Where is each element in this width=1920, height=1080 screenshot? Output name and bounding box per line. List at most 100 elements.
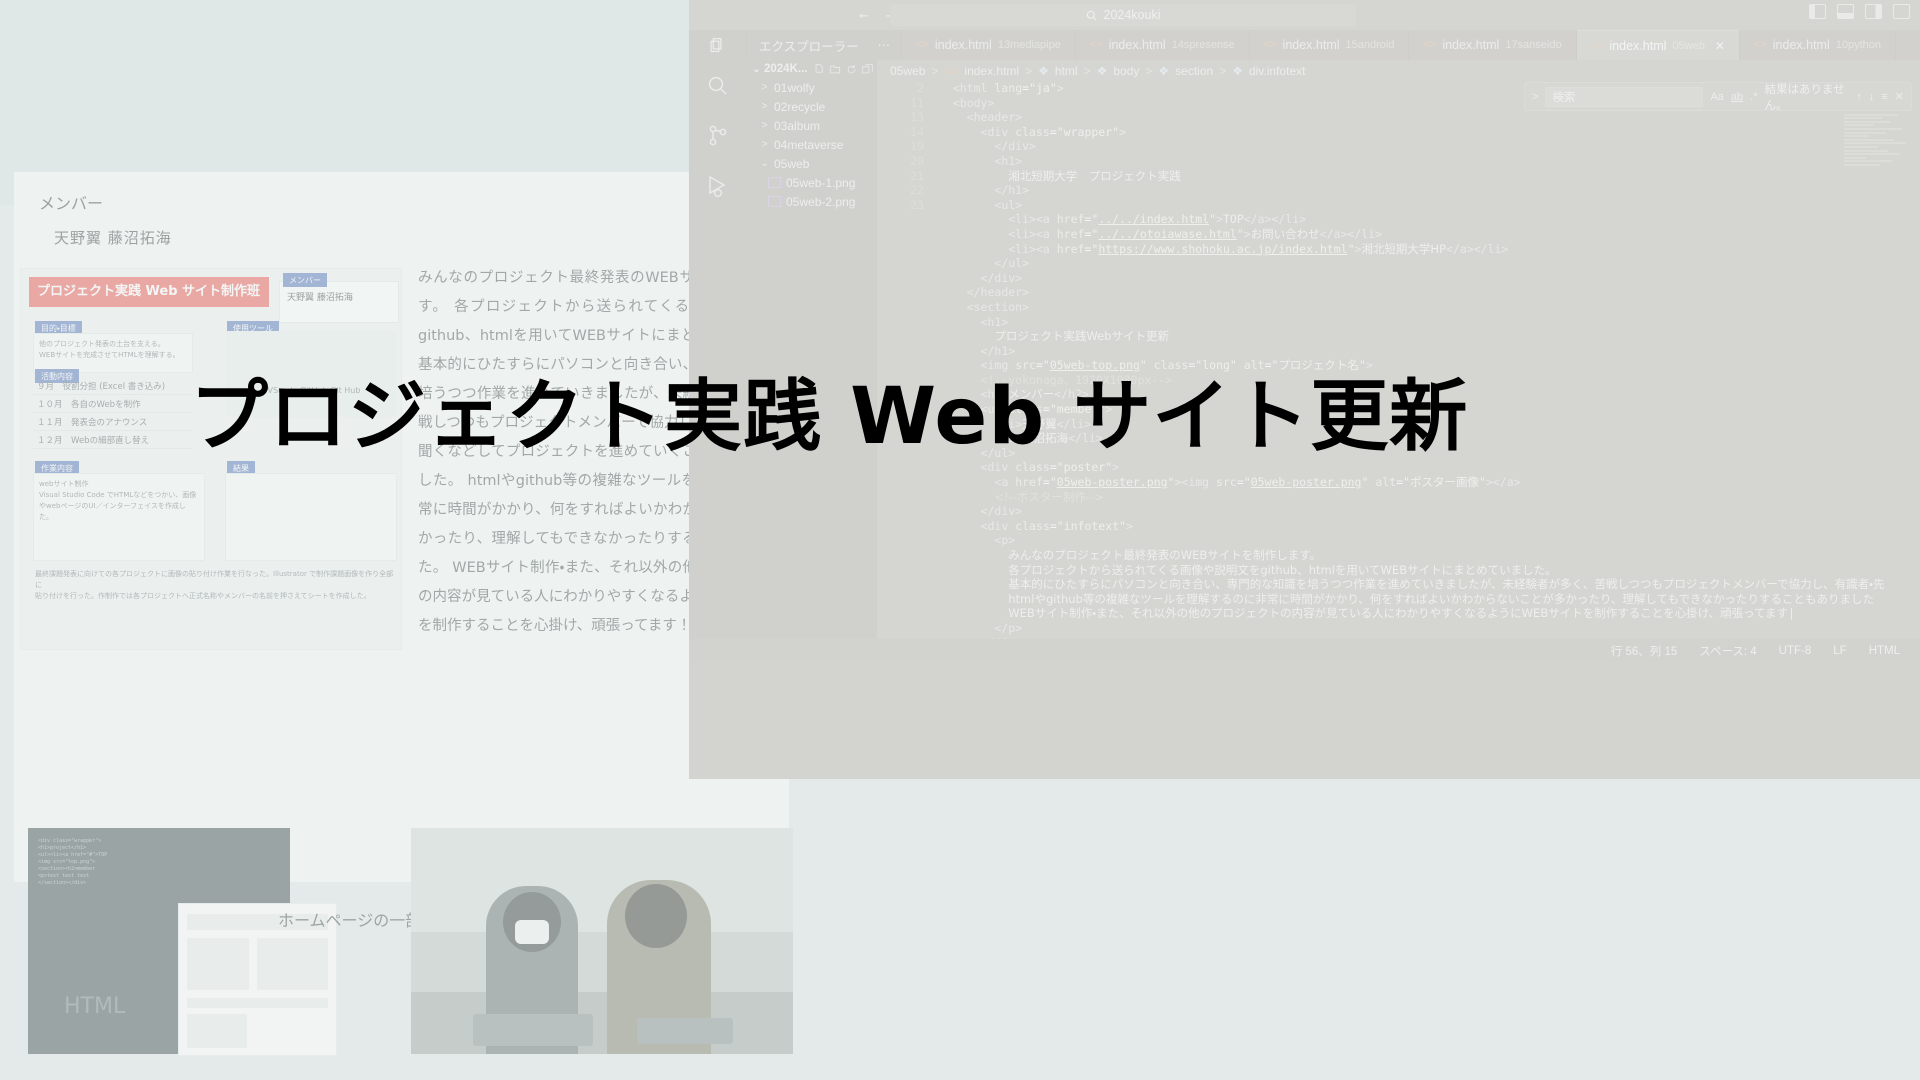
code-line[interactable]: 各プロジェクトから送られてくる画像や説明文をgithub、htmlを用いてWEB… [877,563,1920,578]
code-line[interactable]: <!--ポスター制作--> [877,490,1920,505]
tab-index-10python[interactable]: <> index.html 10python [1739,30,1897,60]
code-line[interactable]: プロジェクト実践Webサイト更新 [877,329,1920,344]
tab-index-05web[interactable]: <> index.html 05web ✕ [1576,30,1740,60]
run-and-debug-icon[interactable] [706,174,730,198]
explorer-more-button[interactable]: ··· [878,38,891,52]
explorer-item-04metaverse[interactable]: > 04metaverse [746,135,877,154]
source-control-icon[interactable] [706,124,730,148]
breadcrumb-item-folder[interactable]: 05web [890,64,925,78]
customize-layout-icon[interactable] [1893,4,1910,19]
code-line[interactable]: 基本的にひたすらにパソコンと向き合い、専門的な知識を培うつつ作業を進めていきまし… [877,577,1920,592]
breadcrumb-item-div[interactable]: div.infotext [1249,64,1305,78]
toggle-replace-icon[interactable]: > [1532,91,1538,103]
code-line[interactable]: 14 <div class="wrapper"> [877,125,1920,140]
explorer-files-icon[interactable] [709,37,726,54]
explorer-root-row[interactable]: ⌄ 2024K... [746,60,877,78]
tab-index-17sanseido[interactable]: <> index.html 17sanseido [1409,30,1577,60]
command-search-bar[interactable]: 2024kouki [890,4,1356,26]
new-file-icon[interactable] [814,63,825,75]
code-line[interactable]: <a href="05web-poster.png"><img src="05w… [877,475,1920,490]
code-line[interactable]: 22 </h1> [877,183,1920,198]
code-line[interactable]: WEBサイト制作・また、それ以外の他のプロジェクトの内容が見ている人にわかりやす… [877,606,1920,621]
code-editor[interactable]: 05web > <> index.html > ❖ html > ❖ body … [877,60,1920,639]
code-line[interactable]: 19 </div> [877,139,1920,154]
refresh-icon[interactable] [846,64,857,75]
use-regex-icon[interactable]: .* [1750,91,1757,103]
line-content: みんなのプロジェクト最終発表のWEBサイトを制作します。 [1008,548,1322,562]
code-line[interactable]: </header> [877,285,1920,300]
line-content: <body> [952,95,995,110]
tab-index-13mediapipe[interactable]: <> index.html 13mediapipe [902,30,1076,60]
code-line[interactable]: <h1> [877,315,1920,330]
code-line[interactable]: <li><a href="../../otoiawase.html">お問い合わ… [877,227,1920,242]
chevron-right-icon: > [761,139,768,150]
code-line[interactable]: <section> [877,300,1920,315]
status-eol[interactable]: LF [1833,645,1846,657]
status-cursor-position[interactable]: 行 56、列 15 [1611,643,1677,659]
status-language-mode[interactable]: HTML [1869,645,1900,657]
code-line[interactable]: htmlやgithub等の複雑なツールを理解するのに非常に時間がかかり、何をすれ… [877,592,1920,607]
explorer-item-05web-2-png[interactable]: 05web-2.png [746,192,877,211]
close-find-icon[interactable]: ✕ [1895,90,1904,103]
code-line[interactable]: </div> [877,271,1920,286]
code-line[interactable]: <p> [877,533,1920,548]
code-line[interactable]: 20 <h1> [877,154,1920,169]
line-content: </div> [939,636,1023,639]
breadcrumb-item-file[interactable]: index.html [964,64,1019,78]
code-line[interactable]: </h1> [877,344,1920,359]
line-content: <a href="05web-poster.png"><img src="05w… [994,475,1521,490]
breadcrumb-separator: > [1145,63,1153,78]
collapse-all-icon[interactable] [862,63,873,75]
status-indentation[interactable]: スペース: 4 [1699,643,1756,659]
whole-word-icon[interactable]: ab [1731,91,1743,103]
code-line[interactable]: <li><a href="../../index.html">TOP</a></… [877,212,1920,227]
explorer-item-05web-1-png[interactable]: 05web-1.png [746,173,877,192]
explorer-item-05web[interactable]: ⌄ 05web [746,154,877,173]
tab-close-icon[interactable]: ✕ [1715,39,1725,53]
new-folder-icon[interactable] [830,64,841,75]
toggle-secondary-sidebar-icon[interactable] [1865,4,1882,19]
code-line[interactable]: <img src="05web-top.png" class="long" al… [877,358,1920,373]
back-arrow-icon[interactable]: ← [859,6,868,24]
line-content: <img src="05web-top.png" class="long" al… [980,358,1373,373]
previous-match-icon[interactable]: ↑ [1856,91,1862,103]
photo-code-lines: <div class="wrapper"> <h1>project</h1> <ul… [38,838,108,886]
search-icon[interactable] [706,74,730,98]
code-line[interactable]: <div class="infotext"> [877,519,1920,534]
explorer-item-01wolfy[interactable]: > 01wolfy [746,78,877,97]
explorer-item-03album[interactable]: > 03album [746,116,877,135]
find-widget[interactable]: > 検索 Aa ab .* 結果はありません。 ↑ ↓ ≡ ✕ [1524,82,1912,112]
match-case-icon[interactable]: Aa [1710,91,1723,103]
code-line[interactable]: <div class="poster"> [877,460,1920,475]
toggle-panel-icon[interactable] [1837,4,1854,19]
code-line[interactable]: </ul> [877,256,1920,271]
line-content: WEBサイト制作・また、それ以外の他のプロジェクトの内容が見ている人にわかりやす… [1008,606,1795,621]
poster-slide: メンバー 天野翼 藤沼拓海 プロジェクト実践 Web サイト制作班 メンバー 天… [14,172,800,1056]
explorer-item-02recycle[interactable]: > 02recycle [746,97,877,116]
tab-index-15android[interactable]: <> index.html 15android [1249,30,1410,60]
breadcrumb-item-section[interactable]: section [1175,64,1213,78]
tab-index-14spresense[interactable]: <> index.html 14spresense [1075,30,1250,60]
code-line[interactable]: </p> [877,621,1920,636]
code-line[interactable]: <li><a href="https://www.shohoku.ac.jp/i… [877,242,1920,257]
code-line[interactable]: </div> [877,636,1920,639]
code-line[interactable]: 23 <ul> [877,198,1920,213]
chevron-right-icon: > [761,120,768,131]
find-in-selection-icon[interactable]: ≡ [1881,91,1887,103]
toggle-primary-sidebar-icon[interactable] [1809,4,1826,19]
code-line[interactable]: みんなのプロジェクト最終発表のWEBサイトを制作します。 [877,548,1920,563]
code-line[interactable]: </div> [877,504,1920,519]
code-lines[interactable]: 2 <html lang="ja"> 11 <body> 13 <header> 14… [877,81,1920,639]
chevron-down-icon[interactable]: ⌄ [752,64,761,75]
line-content: <li><a href="../../index.html">TOP</a></… [1008,212,1307,227]
code-line[interactable]: 21 湘北短期大学 プロジェクト実践 [877,169,1920,184]
status-encoding[interactable]: UTF-8 [1779,645,1812,657]
breadcrumb-item-html[interactable]: html [1055,64,1078,78]
find-input[interactable]: 検索 [1545,86,1704,107]
breadcrumb-item-body[interactable]: body [1113,64,1139,78]
line-number [877,242,939,257]
minimap[interactable] [1838,112,1920,592]
line-content: </div> [994,139,1036,154]
next-match-icon[interactable]: ↓ [1869,91,1875,103]
tab-label: index.html [1442,38,1500,52]
